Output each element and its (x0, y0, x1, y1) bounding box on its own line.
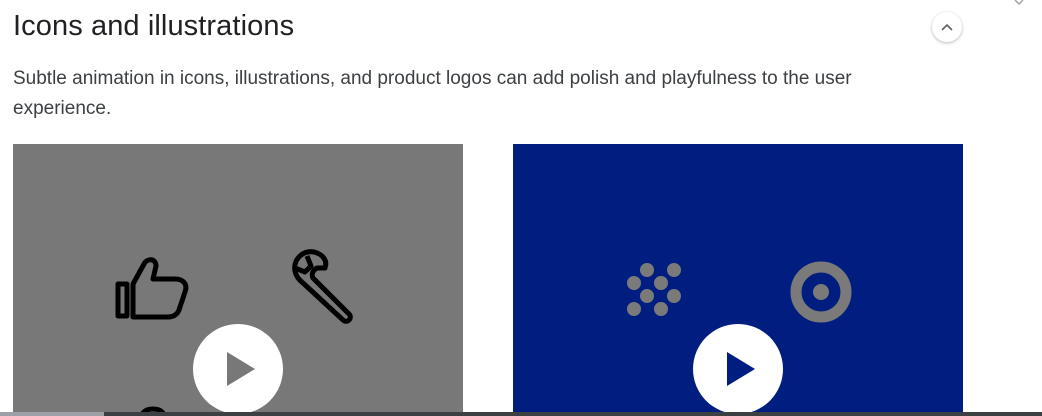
section-description: Subtle animation in icons, illustrations… (13, 68, 852, 119)
scroll-progress-track (0, 412, 1042, 416)
page: Icons and illustrations Subtle animation… (0, 0, 1042, 416)
play-button[interactable] (193, 324, 283, 414)
collapse-section-button[interactable] (932, 12, 962, 42)
animation-video-card-logos[interactable] (513, 144, 963, 416)
play-button[interactable] (693, 324, 783, 414)
chevron-up-icon (941, 23, 953, 31)
play-icon (721, 352, 755, 386)
scroll-progress-fill (0, 412, 105, 416)
target-ring-icon (790, 261, 852, 323)
dot-cluster-icon (627, 263, 681, 316)
wrench-icon (292, 249, 353, 324)
thumbs-up-icon (115, 257, 189, 320)
section-title: Icons and illustrations (13, 10, 295, 42)
chevron-corner-icon (1014, 0, 1024, 5)
play-icon (221, 352, 255, 386)
animation-video-card-icons[interactable] (13, 144, 463, 416)
